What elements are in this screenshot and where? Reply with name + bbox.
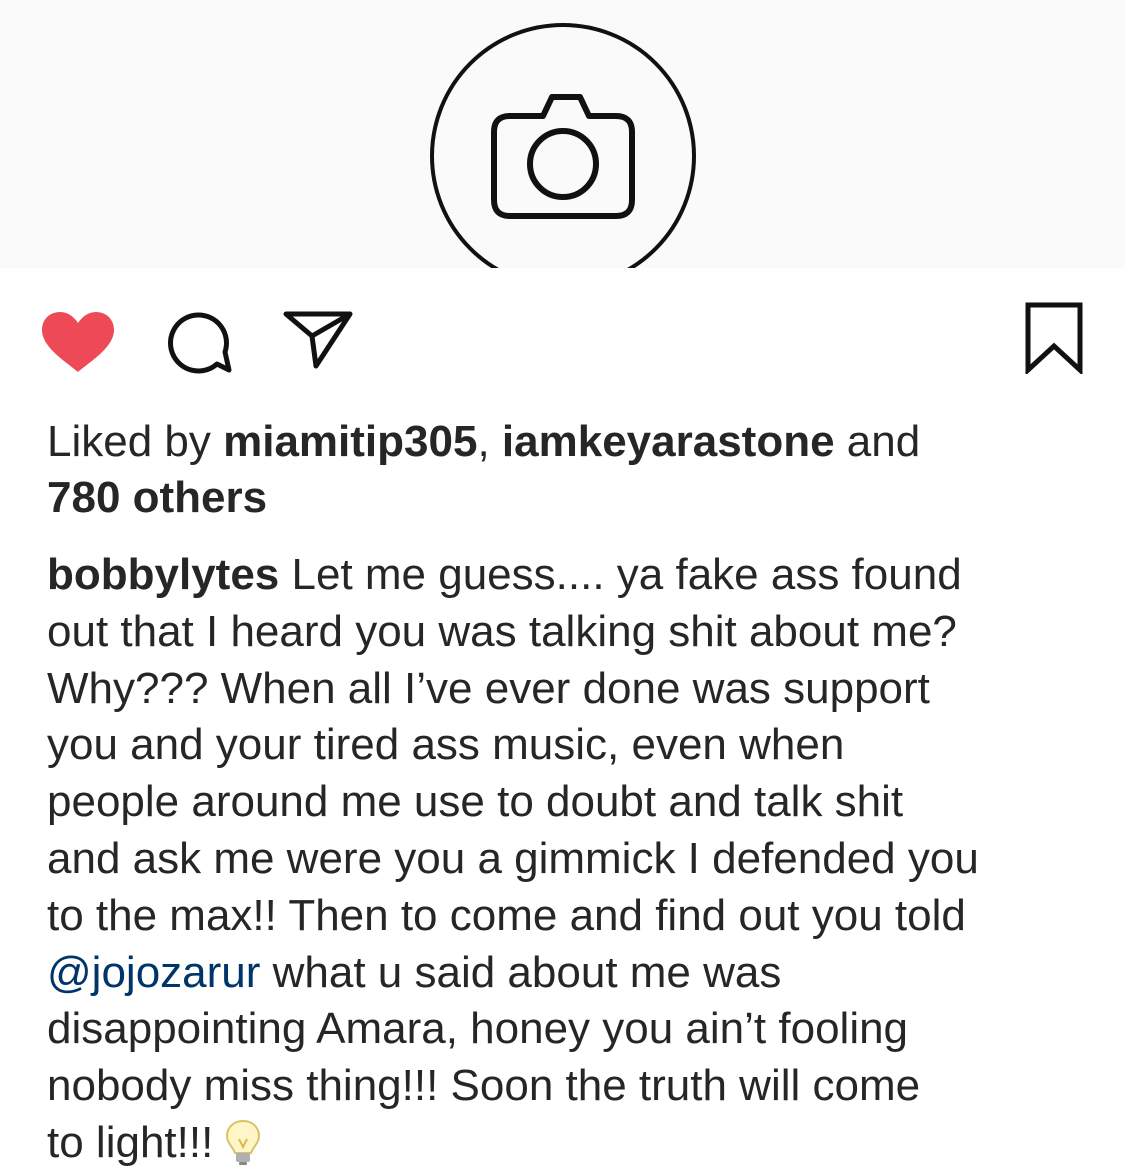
liker-username[interactable]: iamkeyarastone [502, 417, 835, 466]
caption-text: Why??? When all I’ve ever done was suppo… [47, 663, 930, 713]
bookmark-icon[interactable] [1024, 302, 1084, 374]
caption-text: nobody miss thing!!! Soon the truth will… [47, 1061, 921, 1111]
caption-username[interactable]: bobbylytes [47, 550, 279, 599]
instagram-post: Liked by miamitip305, iamkeyarastone and… [0, 0, 1125, 1171]
likes-others-count[interactable]: 780 others [47, 473, 267, 522]
heart-icon[interactable] [40, 310, 116, 374]
caption-text: people around me use to doubt and talk s… [47, 777, 904, 827]
likes-summary[interactable]: Liked by miamitip305, iamkeyarastone and… [47, 414, 1087, 526]
caption-mention-link[interactable]: @jojozarur [47, 948, 260, 997]
caption-text: and ask me were you a gimmick I defended… [47, 833, 979, 883]
post-caption: bobbylytes Let me guess.... ya fake ass … [47, 547, 1097, 1171]
likes-joiner: and [834, 417, 921, 466]
camera-icon [430, 23, 696, 268]
caption-text: Let me guess.... ya fake ass found [279, 550, 962, 599]
caption-text: out that I heard you was talking shit ab… [47, 606, 957, 656]
likes-separator: , [477, 417, 502, 466]
post-action-bar [0, 290, 1125, 390]
liker-username[interactable]: miamitip305 [223, 417, 477, 466]
caption-text: to the max!! Then to come and find out y… [47, 890, 966, 940]
light-bulb-icon [226, 1119, 261, 1165]
caption-text: you and your tired ass music, even when [47, 720, 845, 770]
likes-prefix: Liked by [47, 417, 224, 466]
caption-text: disappointing Amara, honey you ain’t foo… [47, 1004, 909, 1054]
post-media-placeholder[interactable] [0, 0, 1125, 268]
caption-text: to light!!! [47, 1117, 214, 1167]
send-icon[interactable] [282, 310, 354, 370]
comment-icon[interactable] [163, 312, 235, 376]
caption-text: what u said about me was [260, 947, 782, 997]
